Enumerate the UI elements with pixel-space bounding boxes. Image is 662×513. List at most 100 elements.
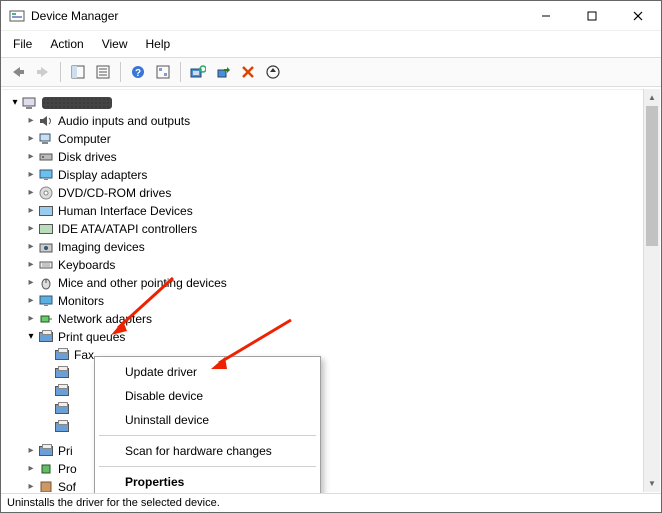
tree-item[interactable]: ▸ Disk drives bbox=[8, 148, 658, 166]
scroll-down-button[interactable]: ▼ bbox=[644, 475, 660, 492]
root-node[interactable]: ▾ bbox=[8, 94, 658, 112]
tree-item-label: Sof bbox=[58, 478, 76, 492]
menu-help[interactable]: Help bbox=[144, 35, 173, 53]
menu-file[interactable]: File bbox=[11, 35, 34, 53]
tree-item-label: Keyboards bbox=[58, 256, 115, 274]
processor-icon bbox=[38, 461, 54, 477]
printer-icon bbox=[38, 443, 54, 459]
chevron-right-icon[interactable]: ▸ bbox=[24, 166, 38, 184]
chevron-right-icon[interactable]: ▸ bbox=[24, 478, 38, 492]
app-icon bbox=[9, 8, 25, 24]
printer-icon bbox=[54, 383, 70, 399]
tree-item-label: Display adapters bbox=[58, 166, 147, 184]
software-icon bbox=[38, 479, 54, 492]
tree-item-print-queues[interactable]: ▾ Print queues bbox=[8, 328, 658, 346]
chevron-right-icon[interactable]: ▸ bbox=[24, 202, 38, 220]
ctx-disable-device[interactable]: Disable device bbox=[97, 384, 318, 408]
chevron-right-icon[interactable]: ▸ bbox=[24, 292, 38, 310]
tree-item-label: IDE ATA/ATAPI controllers bbox=[58, 220, 197, 238]
ide-icon bbox=[38, 221, 54, 237]
toolbar: ? bbox=[1, 57, 661, 87]
svg-text:?: ? bbox=[135, 68, 141, 79]
tree-item-label: Network adapters bbox=[58, 310, 152, 328]
properties-toolbar-button[interactable] bbox=[92, 61, 114, 83]
hid-icon bbox=[38, 203, 54, 219]
update-driver-toolbar-button[interactable] bbox=[262, 61, 284, 83]
chevron-right-icon[interactable]: ▸ bbox=[24, 112, 38, 130]
tree-item-label: Print queues bbox=[58, 328, 125, 346]
monitor-icon bbox=[38, 293, 54, 309]
add-legacy-button[interactable] bbox=[212, 61, 234, 83]
close-button[interactable] bbox=[615, 1, 661, 31]
tree-item[interactable]: ▸ Display adapters bbox=[8, 166, 658, 184]
tree-item-label: Disk drives bbox=[58, 148, 117, 166]
ctx-separator bbox=[99, 435, 316, 436]
computer-icon bbox=[22, 95, 38, 111]
maximize-button[interactable] bbox=[569, 1, 615, 31]
chevron-right-icon[interactable]: ▸ bbox=[24, 274, 38, 292]
dvd-icon bbox=[38, 185, 54, 201]
chevron-right-icon[interactable]: ▸ bbox=[24, 148, 38, 166]
tree-item-label: Human Interface Devices bbox=[58, 202, 193, 220]
tree-item[interactable]: ▸ Monitors bbox=[8, 292, 658, 310]
tree-item-label: DVD/CD-ROM drives bbox=[58, 184, 171, 202]
tree-item-label: Fax bbox=[74, 346, 94, 364]
audio-icon bbox=[38, 113, 54, 129]
scroll-thumb[interactable] bbox=[646, 106, 658, 246]
tree-item[interactable]: ▸ DVD/CD-ROM drives bbox=[8, 184, 658, 202]
tree-item[interactable]: ▸ Network adapters bbox=[8, 310, 658, 328]
printer-icon bbox=[54, 347, 70, 363]
menu-bar: File Action View Help bbox=[1, 31, 661, 57]
status-bar: Uninstalls the driver for the selected d… bbox=[1, 493, 661, 512]
tree-view-button[interactable] bbox=[152, 61, 174, 83]
tree-item-label: Pro bbox=[58, 460, 77, 478]
disk-icon bbox=[38, 149, 54, 165]
tree-item[interactable]: ▸ Keyboards bbox=[8, 256, 658, 274]
printer-icon bbox=[54, 365, 70, 381]
printer-icon bbox=[54, 419, 70, 435]
show-hide-tree-button[interactable] bbox=[67, 61, 89, 83]
ctx-properties[interactable]: Properties bbox=[97, 470, 318, 494]
context-menu: Update driver Disable device Uninstall d… bbox=[94, 356, 321, 498]
tree-item-label: Monitors bbox=[58, 292, 104, 310]
ctx-update-driver[interactable]: Update driver bbox=[97, 360, 318, 384]
mouse-icon bbox=[38, 275, 54, 291]
vertical-scrollbar[interactable]: ▲ ▼ bbox=[643, 89, 660, 492]
back-button[interactable] bbox=[7, 61, 29, 83]
tree-item-label: Computer bbox=[58, 130, 111, 148]
tree-item[interactable]: ▸ Human Interface Devices bbox=[8, 202, 658, 220]
status-text: Uninstalls the driver for the selected d… bbox=[7, 497, 220, 509]
scroll-up-button[interactable]: ▲ bbox=[644, 89, 660, 106]
printer-icon bbox=[38, 329, 54, 345]
display-icon bbox=[38, 167, 54, 183]
ctx-uninstall-device[interactable]: Uninstall device bbox=[97, 408, 318, 432]
chevron-right-icon[interactable]: ▸ bbox=[24, 238, 38, 256]
tree-item[interactable]: ▸ IDE ATA/ATAPI controllers bbox=[8, 220, 658, 238]
tree-item-label: Imaging devices bbox=[58, 238, 145, 256]
chevron-right-icon[interactable]: ▸ bbox=[24, 184, 38, 202]
tree-item[interactable]: ▸Mice and other pointing devices bbox=[8, 274, 658, 292]
tree-item[interactable]: ▸ Imaging devices bbox=[8, 238, 658, 256]
chevron-right-icon[interactable]: ▸ bbox=[24, 442, 38, 460]
scan-hardware-button[interactable] bbox=[187, 61, 209, 83]
forward-button[interactable] bbox=[32, 61, 54, 83]
chevron-right-icon[interactable]: ▸ bbox=[24, 256, 38, 274]
chevron-right-icon[interactable]: ▸ bbox=[24, 460, 38, 478]
menu-view[interactable]: View bbox=[100, 35, 130, 53]
tree-item[interactable]: ▸ Audio inputs and outputs bbox=[8, 112, 658, 130]
chevron-right-icon[interactable]: ▸ bbox=[24, 130, 38, 148]
minimize-button[interactable] bbox=[523, 1, 569, 31]
menu-action[interactable]: Action bbox=[48, 35, 85, 53]
chevron-down-icon[interactable]: ▾ bbox=[8, 94, 22, 112]
chevron-right-icon[interactable]: ▸ bbox=[24, 310, 38, 328]
uninstall-toolbar-button[interactable] bbox=[237, 61, 259, 83]
root-label-redacted bbox=[42, 97, 112, 109]
tree-item[interactable]: ▸ Computer bbox=[8, 130, 658, 148]
computer-node-icon bbox=[38, 131, 54, 147]
chevron-right-icon[interactable]: ▸ bbox=[24, 220, 38, 238]
help-toolbar-button[interactable]: ? bbox=[127, 61, 149, 83]
tree-item-label: Pri bbox=[58, 442, 73, 460]
chevron-down-icon[interactable]: ▾ bbox=[24, 328, 38, 346]
ctx-scan-hardware[interactable]: Scan for hardware changes bbox=[97, 439, 318, 463]
tree-item-label: Audio inputs and outputs bbox=[58, 112, 190, 130]
